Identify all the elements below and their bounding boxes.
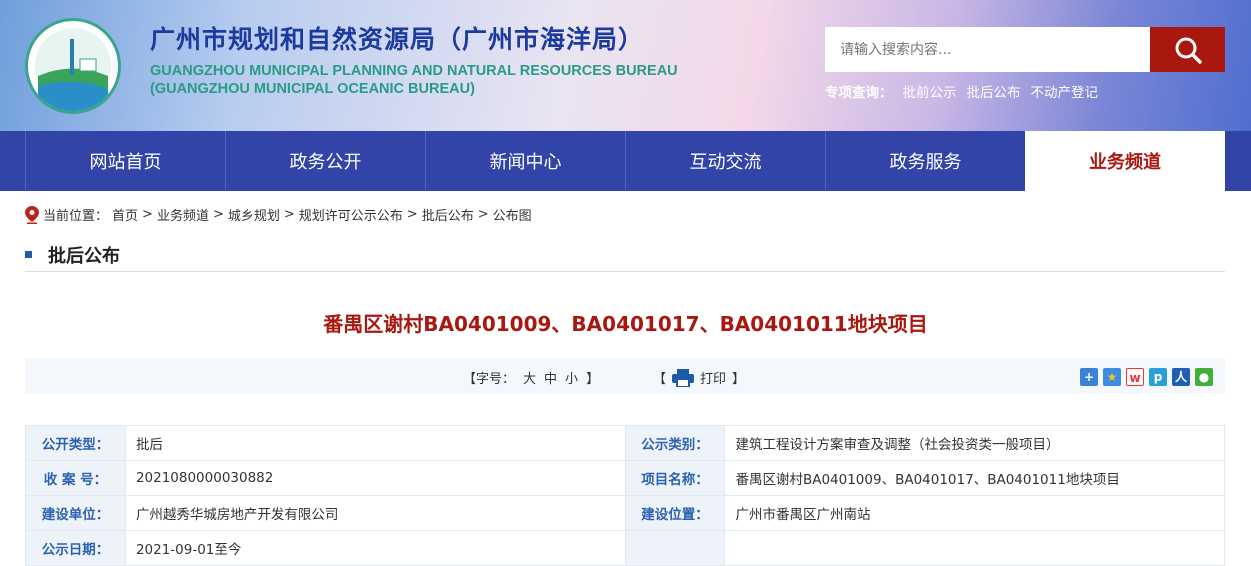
search-button[interactable] bbox=[1150, 27, 1225, 72]
quick-link[interactable]: 批前公示 bbox=[903, 81, 957, 101]
location-icon bbox=[25, 205, 39, 224]
site-title-en: GUANGZHOU MUNICIPAL PLANNING AND NATURAL… bbox=[150, 63, 678, 97]
share-tencent-icon[interactable]: p bbox=[1149, 368, 1167, 386]
font-small[interactable]: 小 bbox=[565, 368, 578, 387]
section-header: 批后公布 bbox=[25, 238, 1225, 272]
field-value: 广州越秀华城房地产开发有限公司 bbox=[124, 495, 626, 531]
field-value: 2021-09-01至今 bbox=[124, 530, 626, 566]
field-label: 公示日期： bbox=[25, 530, 126, 566]
nav-item-services[interactable]: 政务服务 bbox=[825, 131, 1025, 191]
font-large[interactable]: 大 bbox=[523, 368, 536, 387]
quick-link[interactable]: 批后公布 bbox=[967, 81, 1021, 101]
field-value: 广州市番禺区广州南站 bbox=[724, 495, 1225, 531]
field-value: 批后 bbox=[124, 425, 626, 461]
crumb-link[interactable]: 业务频道 bbox=[157, 205, 209, 224]
field-label: 收 案 号： bbox=[25, 460, 126, 496]
search-icon bbox=[1175, 37, 1202, 64]
crumb-link[interactable]: 批后公布 bbox=[422, 205, 474, 224]
table-row: 公开类型： 批后 公示类别： 建筑工程设计方案审查及调整（社会投资类一般项目） bbox=[25, 425, 1225, 461]
info-table: 公开类型： 批后 公示类别： 建筑工程设计方案审查及调整（社会投资类一般项目）收 案 … bbox=[25, 425, 1225, 566]
main-nav: 网站首页 政务公开 新闻中心 互动交流 政务服务 业务频道 bbox=[0, 131, 1251, 191]
crumb-current: 公布图 bbox=[492, 209, 532, 224]
share-buttons: + ★ w p 人 ● bbox=[1080, 368, 1213, 386]
bullet-icon bbox=[25, 251, 32, 258]
table-row: 建设单位： 广州越秀华城房地产开发有限公司 建设位置： 广州市番禺区广州南站 bbox=[25, 495, 1225, 531]
search-bar bbox=[825, 27, 1225, 72]
table-row: 公示日期： 2021-09-01至今 bbox=[25, 530, 1225, 566]
field-label: 项目名称： bbox=[624, 460, 726, 496]
article-toolbar: 【字号： 大 中 小 】 【 打印 】 + ★ w p 人 ● bbox=[25, 358, 1225, 394]
printer-icon bbox=[672, 368, 695, 387]
table-row: 收 案 号： 2021080000030882 项目名称： 番禺区谢村BA040100… bbox=[25, 460, 1225, 496]
field-label: 公开类型： bbox=[25, 425, 126, 461]
nav-item-news[interactable]: 新闻中心 bbox=[425, 131, 625, 191]
font-medium[interactable]: 中 bbox=[544, 368, 557, 387]
field-value bbox=[724, 530, 1225, 566]
article-title: 番禺区谢村BA0401009、BA0401017、BA0401011地块项目 bbox=[323, 312, 928, 336]
share-more-icon[interactable]: + bbox=[1080, 368, 1098, 386]
quick-link[interactable]: 不动产登记 bbox=[1031, 81, 1099, 101]
field-label: 建设位置： bbox=[624, 495, 726, 531]
field-value: 2021080000030882 bbox=[124, 460, 626, 496]
nav-item-business[interactable]: 业务频道 bbox=[1025, 131, 1225, 191]
field-label bbox=[624, 530, 726, 566]
field-label: 建设单位： bbox=[25, 495, 126, 531]
nav-item-interaction[interactable]: 互动交流 bbox=[625, 131, 825, 191]
crumb-link[interactable]: 规划许可公示公布 bbox=[299, 205, 403, 224]
crumb-link[interactable]: 城乡规划 bbox=[228, 205, 280, 224]
crumb-link[interactable]: 首页 bbox=[112, 205, 138, 224]
field-value: 番禺区谢村BA0401009、BA0401017、BA0401011地块项目 bbox=[724, 460, 1225, 496]
site-title: 广州市规划和自然资源局（广州市海洋局） bbox=[150, 25, 645, 54]
search-input[interactable] bbox=[825, 27, 1150, 72]
share-qzone-icon[interactable]: ★ bbox=[1103, 368, 1121, 386]
breadcrumb: 当前位置： 首页 > 业务频道 > 城乡规划 > 规划许可公示公布 > 批后公布 > 公布… bbox=[25, 205, 532, 224]
nav-item-gov-open[interactable]: 政务公开 bbox=[225, 131, 425, 191]
share-wechat-icon[interactable]: ● bbox=[1195, 368, 1213, 386]
bureau-logo[interactable] bbox=[25, 18, 121, 114]
field-label: 公示类别： bbox=[624, 425, 726, 461]
header: 广州市规划和自然资源局（广州市海洋局） GUANGZHOU MUNICIPAL … bbox=[0, 0, 1251, 131]
nav-item-home[interactable]: 网站首页 bbox=[25, 131, 225, 191]
share-weibo-icon[interactable]: w bbox=[1126, 368, 1144, 386]
share-renren-icon[interactable]: 人 bbox=[1172, 368, 1190, 386]
field-value: 建筑工程设计方案审查及调整（社会投资类一般项目） bbox=[724, 425, 1225, 461]
quick-links: 专项查询： 批前公示 批后公布 不动产登记 bbox=[825, 81, 1098, 101]
font-size-control: 【字号： 大 中 小 】 bbox=[463, 368, 599, 387]
print-button[interactable]: 【 打印 】 bbox=[653, 368, 745, 387]
